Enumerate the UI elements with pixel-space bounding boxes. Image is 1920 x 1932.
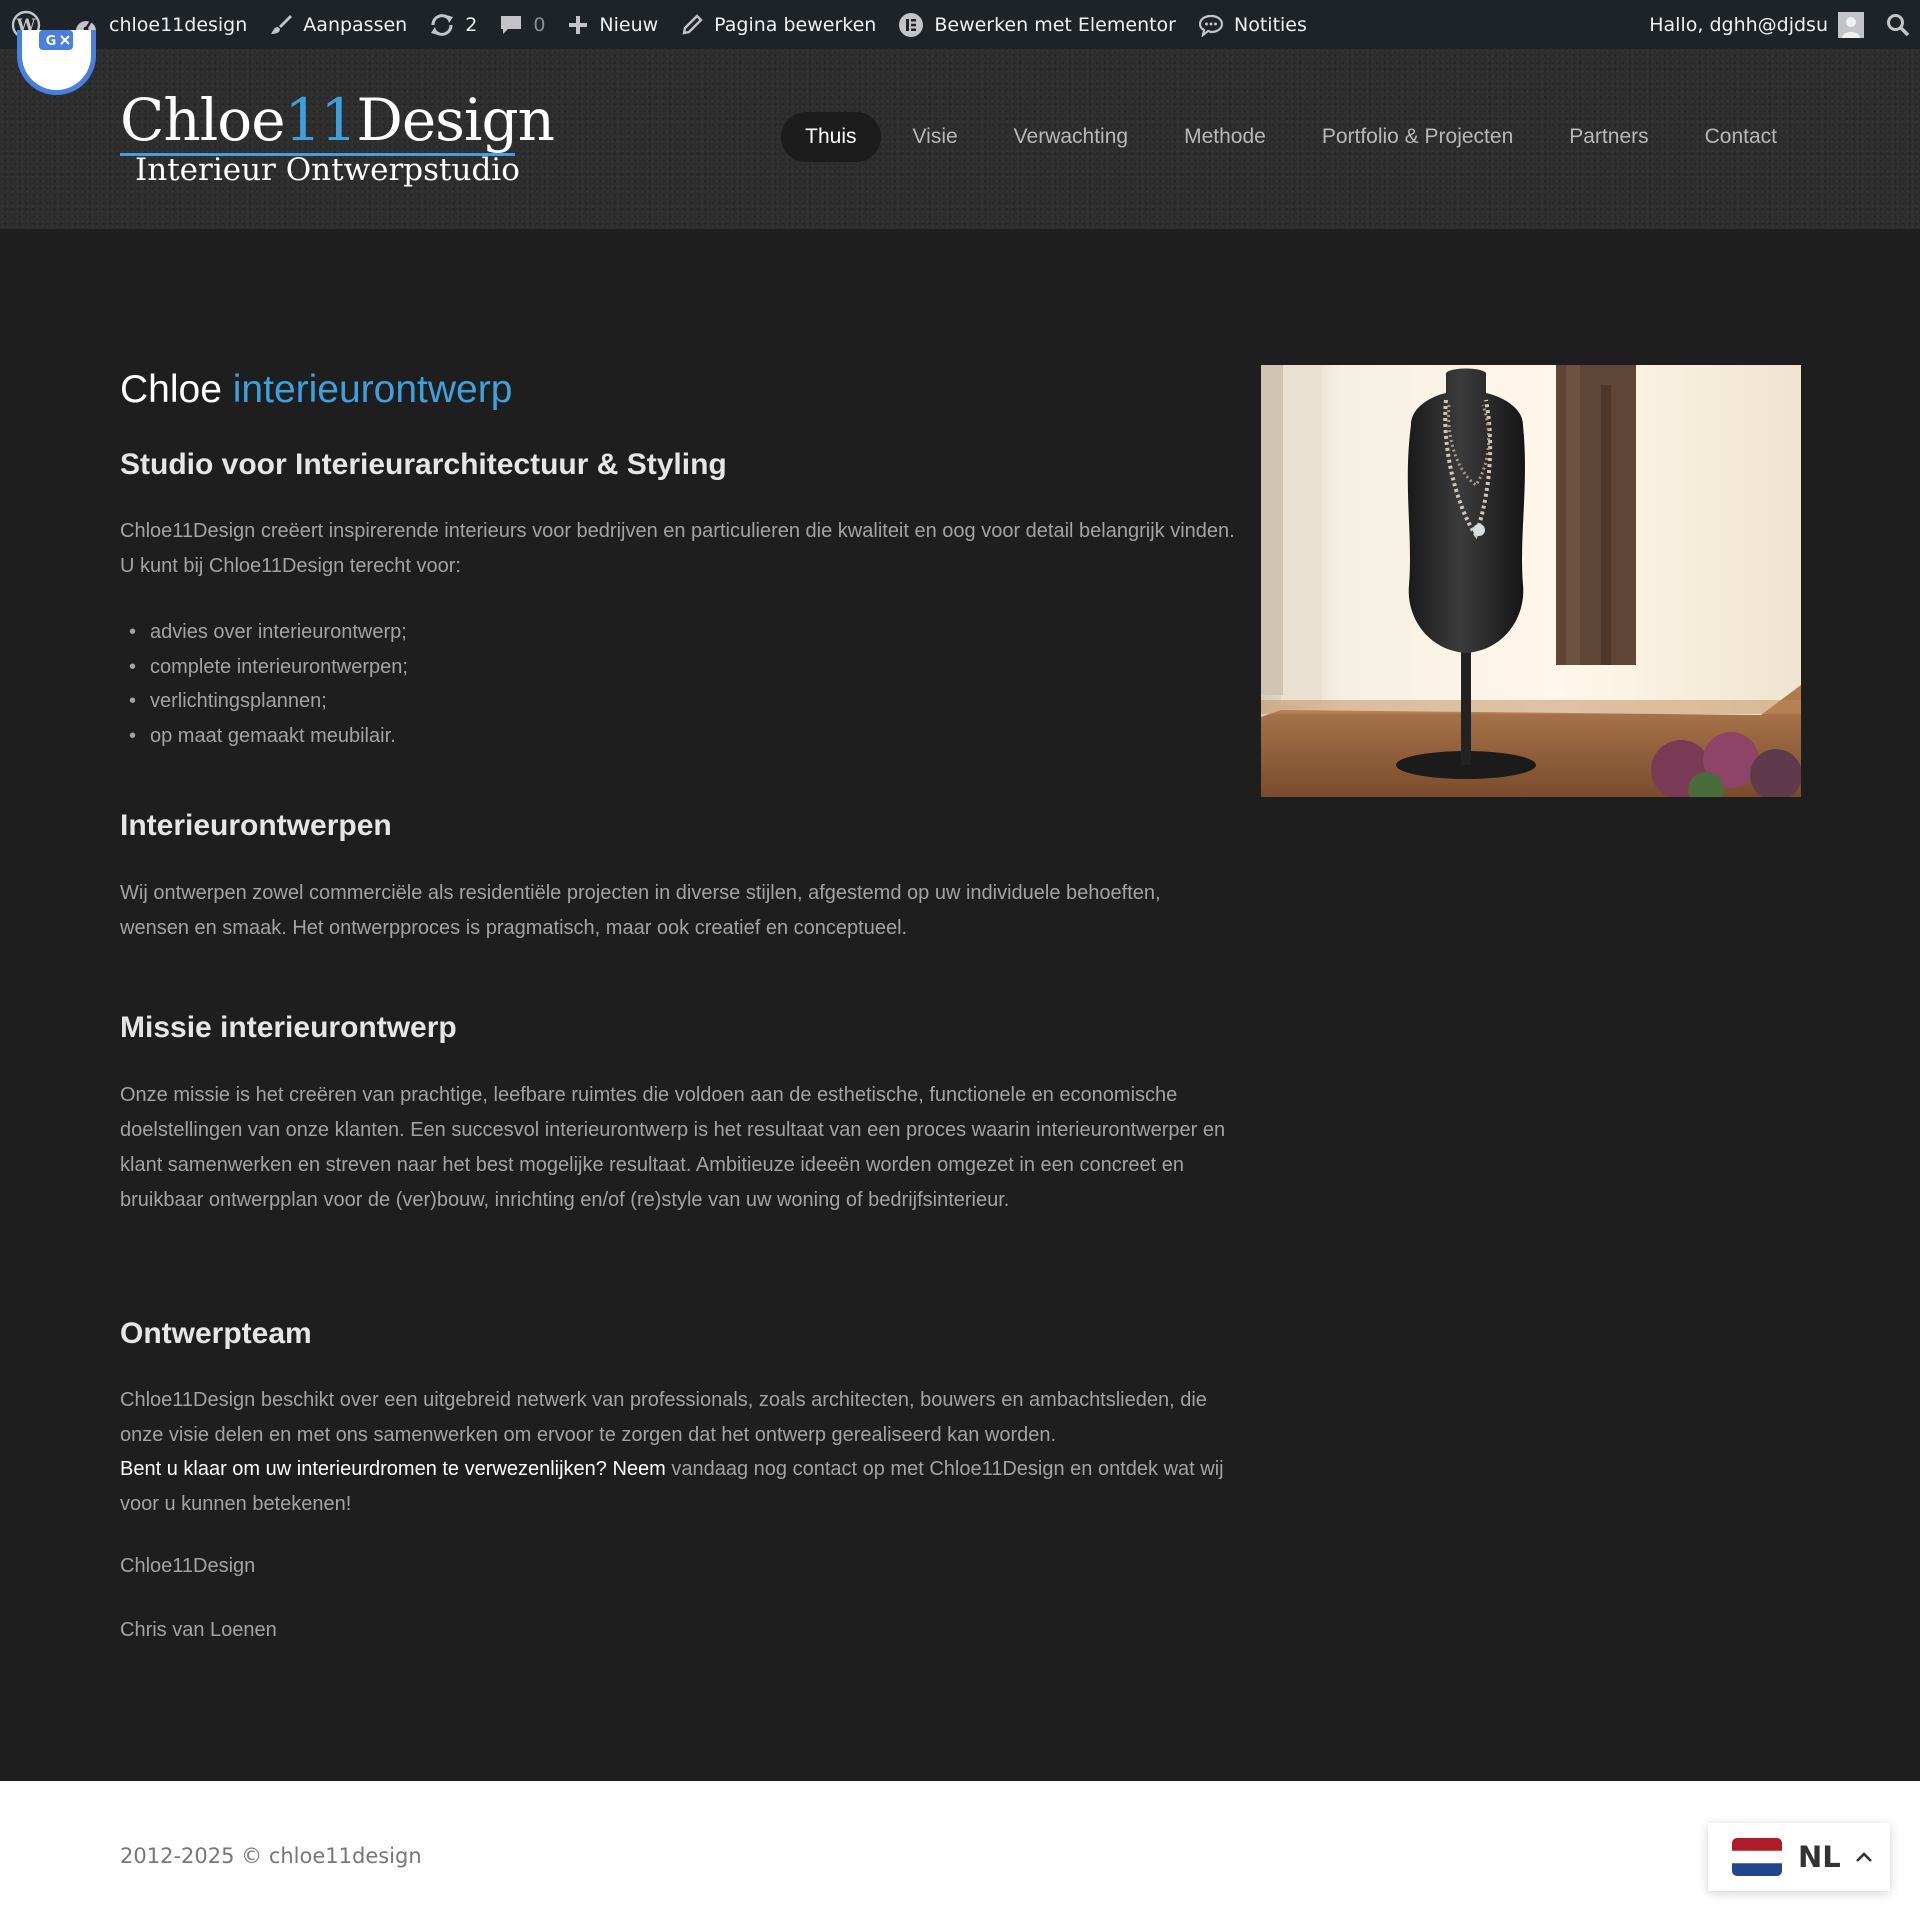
intro-paragraph: Chloe11Design creëert inspirerende inter… — [120, 520, 1235, 577]
list-item: advies over interieurontwerp; — [120, 615, 408, 650]
updates-refresh-icon — [431, 13, 454, 36]
list-item: op maat gemaakt meubilair. — [120, 719, 408, 754]
search-button[interactable] — [1875, 0, 1920, 49]
comments-count: 0 — [533, 13, 546, 36]
page-title: Chloe interieurontwerp — [120, 367, 512, 413]
copyright-text: 2012-2025 © chloe11design — [120, 1844, 422, 1868]
subtitle-heading: Studio voor Interieurarchitectuur & Styl… — [120, 448, 727, 481]
signature-company: Chloe11Design — [120, 1555, 256, 1577]
nav-item-partners[interactable]: Partners — [1545, 112, 1672, 162]
logo-name-left: Chloe — [120, 86, 286, 154]
language-code: NL — [1798, 1840, 1841, 1874]
logo-wordmark: Chloe11Design — [120, 86, 555, 154]
paintbrush-icon — [271, 14, 293, 34]
notes-label: Notities — [1234, 13, 1307, 36]
account-greeting: Hallo, dghh@djdsu — [1649, 13, 1828, 36]
nav-item-methode[interactable]: Methode — [1160, 112, 1290, 162]
new-content-menu[interactable]: Nieuw — [556, 0, 669, 49]
search-icon — [1887, 13, 1910, 36]
updates-link[interactable]: 2 — [418, 0, 488, 49]
edit-page-label: Pagina bewerken — [714, 13, 877, 36]
wp-admin-bar: W chloe11design Aanpassen 2 0 Nieuw Pagi… — [0, 0, 1920, 49]
customize-label: Aanpassen — [303, 13, 408, 36]
section-text-interieurontwerpen: Wij ontwerpen zowel commerciële als resi… — [120, 882, 1161, 939]
cta-strong-text: Bent u klaar om uw interieurdromen te ve… — [120, 1458, 666, 1480]
logo-name-right: Design — [356, 86, 555, 154]
nav-item-verwachting[interactable]: Verwachting — [990, 112, 1152, 162]
site-header: Chloe11Design Interieur Ontwerpstudio Th… — [0, 49, 1920, 229]
section-heading-interieurontwerpen: Interieurontwerpen — [120, 809, 392, 842]
edit-with-elementor-label: Bewerken met Elementor — [934, 13, 1176, 36]
list-item: verlichtingsplannen; — [120, 684, 408, 719]
chevron-up-icon — [1855, 1852, 1872, 1862]
updates-count: 2 — [465, 13, 478, 36]
comment-bubble-icon — [501, 15, 522, 34]
nav-item-thuis[interactable]: Thuis — [781, 112, 881, 162]
services-list: advies over interieurontwerp; complete i… — [120, 615, 408, 753]
section-text-ontwerpteam: Chloe11Design beschikt over een uitgebre… — [120, 1389, 1207, 1446]
language-switcher[interactable]: NL — [1708, 1823, 1890, 1891]
new-label: Nieuw — [599, 13, 659, 36]
comments-link[interactable]: 0 — [488, 0, 556, 49]
pencil-icon — [682, 13, 703, 35]
section-heading-ontwerpteam: Ontwerpteam — [120, 1317, 312, 1350]
hero-image-mannequin — [1261, 365, 1801, 797]
page-title-accent: interieurontwerp — [232, 368, 513, 411]
signature-name: Chris van Loenen — [120, 1619, 277, 1641]
chat-bubble-icon — [1198, 14, 1224, 37]
nav-item-portfolio-projecten[interactable]: Portfolio & Projecten — [1298, 112, 1537, 162]
avatar-icon — [1838, 11, 1864, 38]
nav-item-contact[interactable]: Contact — [1681, 112, 1801, 162]
section-heading-missie: Missie interieurontwerp — [120, 1011, 457, 1044]
logo-tagline: Interieur Ontwerpstudio — [135, 152, 520, 188]
plus-icon — [569, 15, 588, 34]
section-text-missie: Onze missie is het creëren van prachtige… — [120, 1084, 1226, 1211]
svg-text:G: G — [46, 34, 57, 49]
netherlands-flag-icon — [1732, 1838, 1782, 1876]
account-menu[interactable]: Hallo, dghh@djdsu — [1638, 0, 1875, 49]
main-navigation: Thuis Visie Verwachting Methode Portfoli… — [773, 112, 1801, 162]
elementor-icon — [899, 12, 924, 37]
translate-icon: G — [39, 30, 73, 50]
nav-item-visie[interactable]: Visie — [889, 112, 982, 162]
call-to-action-paragraph: Bent u klaar om uw interieurdromen te ve… — [120, 1452, 1235, 1522]
list-item: complete interieurontwerpen; — [120, 650, 408, 685]
edit-page-link[interactable]: Pagina bewerken — [669, 0, 887, 49]
notes-link[interactable]: Notities — [1187, 0, 1318, 49]
logo-name-number: 11 — [284, 86, 358, 154]
site-logo[interactable]: Chloe11Design Interieur Ontwerpstudio — [120, 86, 555, 188]
page-title-plain: Chloe — [120, 368, 222, 411]
site-name-label: chloe11design — [109, 13, 248, 36]
customize-link[interactable]: Aanpassen — [258, 0, 418, 49]
edit-with-elementor-link[interactable]: Bewerken met Elementor — [887, 0, 1187, 49]
